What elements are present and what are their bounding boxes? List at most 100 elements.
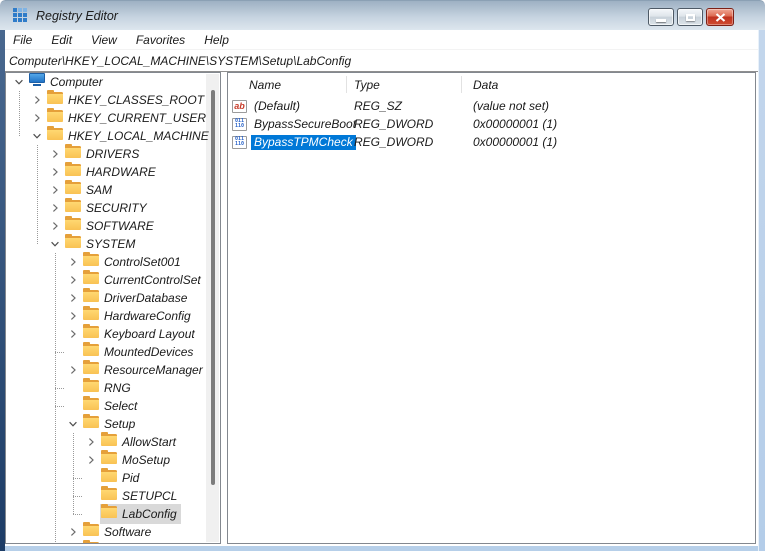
chevron-right-icon[interactable] <box>64 541 82 543</box>
tree-item-system[interactable]: SYSTEM <box>6 234 220 253</box>
tree-item-setupcl[interactable]: SETUPCL <box>6 486 220 505</box>
chevron-right-icon[interactable] <box>46 181 64 199</box>
value-row-bypasssecureboot[interactable]: 011 110 BypassSecureBoot REG_DWORD 0x0000000… <box>228 115 755 133</box>
tree-item-label: DriverDatabase <box>104 291 188 305</box>
dword-icon-digits: 110 <box>234 123 245 129</box>
chevron-right-icon[interactable] <box>64 325 82 343</box>
folder-icon <box>83 252 99 271</box>
tree-connector <box>82 487 100 505</box>
folder-icon <box>83 396 99 415</box>
column-header-data[interactable]: Data <box>473 73 498 97</box>
chevron-right-icon[interactable] <box>64 361 82 379</box>
tree-item-label: HKEY_CLASSES_ROOT <box>68 93 205 107</box>
minimize-button[interactable] <box>648 8 674 26</box>
chevron-right-icon[interactable] <box>46 199 64 217</box>
chevron-right-icon[interactable] <box>28 91 46 109</box>
tree-item-label: HardwareConfig <box>104 309 191 323</box>
tree-item-mosetup[interactable]: MoSetup <box>6 450 220 469</box>
folder-icon <box>101 504 117 523</box>
tree-item-software[interactable]: SOFTWARE <box>6 216 220 235</box>
tree-item-setup[interactable]: Setup <box>6 414 220 433</box>
tree-item-drivers[interactable]: DRIVERS <box>6 144 220 163</box>
folder-icon <box>65 234 81 253</box>
tree-item-wpa[interactable]: WPA <box>6 540 220 544</box>
tree-pane[interactable]: Computer HKEY_CLASSES_ROOT HKEY_CURRENT_US… <box>5 72 221 544</box>
window-title: Registry Editor <box>36 9 118 23</box>
tree-item-resourcemanager[interactable]: ResourceManager <box>6 360 220 379</box>
folder-icon <box>47 126 63 145</box>
tree-item-label: SAM <box>86 183 113 197</box>
column-separator[interactable] <box>346 76 347 93</box>
tree-item-sam[interactable]: SAM <box>6 180 220 199</box>
tree-item-rng[interactable]: RNG <box>6 378 220 397</box>
tree-item-software[interactable]: Software <box>6 522 220 541</box>
menu-favorites[interactable]: Favorites <box>134 33 187 47</box>
value-row-default[interactable]: ab (Default) REG_SZ (value not set) <box>228 97 755 115</box>
chevron-right-icon[interactable] <box>64 271 82 289</box>
maximize-button[interactable] <box>677 8 703 26</box>
menu-file[interactable]: File <box>11 33 34 47</box>
chevron-right-icon[interactable] <box>82 433 100 451</box>
chevron-down-icon[interactable] <box>10 73 28 91</box>
tree-item-hkey-local-machine[interactable]: HKEY_LOCAL_MACHINE <box>6 126 220 145</box>
value-data: 0x00000001 (1) <box>473 135 558 149</box>
folder-icon <box>83 270 99 289</box>
tree-item-controlset001[interactable]: ControlSet001 <box>6 252 220 271</box>
value-row-bypasstpmcheck[interactable]: 011 110 BypassTPMCheck REG_DWORD 0x00000001 … <box>228 133 755 151</box>
client-area: File Edit View Favorites Help Computer\HKEY_… <box>5 30 758 546</box>
column-separator[interactable] <box>461 76 462 93</box>
address-bar[interactable]: Computer\HKEY_LOCAL_MACHINE\SYSTEM\Setup… <box>5 50 758 72</box>
value-name-cell[interactable]: ab (Default) <box>232 97 303 115</box>
value-name-cell[interactable]: 011 110 BypassTPMCheck <box>232 133 356 151</box>
folder-icon <box>65 198 81 217</box>
chevron-down-icon[interactable] <box>64 415 82 433</box>
column-header-type[interactable]: Type <box>354 73 380 97</box>
chevron-down-icon[interactable] <box>28 127 46 145</box>
tree-item-allowstart[interactable]: AllowStart <box>6 432 220 451</box>
chevron-right-icon[interactable] <box>64 253 82 271</box>
tree-item-hardwareconfig[interactable]: HardwareConfig <box>6 306 220 325</box>
tree-item-labconfig[interactable]: LabConfig <box>6 504 220 524</box>
value-name-cell[interactable]: 011 110 BypassSecureBoot <box>232 115 359 133</box>
chevron-right-icon[interactable] <box>46 163 64 181</box>
tree-item-select[interactable]: Select <box>6 396 220 415</box>
tree-item-label: WPA <box>104 543 130 544</box>
tree-item-driverdatabase[interactable]: DriverDatabase <box>6 288 220 307</box>
menu-edit[interactable]: Edit <box>49 33 74 47</box>
chevron-down-icon[interactable] <box>46 235 64 253</box>
tree-item-label: Pid <box>122 471 140 485</box>
tree-item-computer[interactable]: Computer <box>6 73 220 91</box>
value-name: BypassSecureBoot <box>254 116 357 131</box>
tree-item-hardware[interactable]: HARDWARE <box>6 162 220 181</box>
chevron-right-icon[interactable] <box>28 109 46 127</box>
menu-help[interactable]: Help <box>202 33 231 47</box>
chevron-right-icon[interactable] <box>46 145 64 163</box>
menu-view[interactable]: View <box>89 33 119 47</box>
chevron-right-icon[interactable] <box>64 289 82 307</box>
folder-icon <box>83 324 99 343</box>
values-pane[interactable]: Name Type Data ab (Default) REG_SZ (value not… <box>227 72 756 544</box>
chevron-right-icon[interactable] <box>64 523 82 541</box>
tree-item-hkey-classes-root[interactable]: HKEY_CLASSES_ROOT <box>6 90 220 109</box>
chevron-right-icon[interactable] <box>64 307 82 325</box>
tree-item-label: ControlSet001 <box>104 255 181 269</box>
dword-icon-digits: 110 <box>234 141 245 147</box>
column-header-name[interactable]: Name <box>249 73 281 97</box>
folder-icon <box>47 108 63 127</box>
close-button[interactable] <box>706 8 734 26</box>
tree-item-hkey-current-user[interactable]: HKEY_CURRENT_USER <box>6 108 220 127</box>
tree-item-mounteddevices[interactable]: MountedDevices <box>6 342 220 361</box>
tree-connector <box>82 505 100 523</box>
tree-item-label: HARDWARE <box>86 165 156 179</box>
tree-connector <box>64 379 82 397</box>
chevron-right-icon[interactable] <box>46 217 64 235</box>
tree-item-label: SECURITY <box>86 201 147 215</box>
tree-item-security[interactable]: SECURITY <box>6 198 220 217</box>
tree-item-keyboard-layout[interactable]: Keyboard Layout <box>6 324 220 343</box>
title-bar[interactable]: Registry Editor <box>0 0 765 30</box>
value-type: REG_DWORD <box>354 135 434 149</box>
tree-item-pid[interactable]: Pid <box>6 468 220 487</box>
reg-dword-icon: 011 110 <box>232 117 247 131</box>
tree-item-currentcontrolset[interactable]: CurrentControlSet <box>6 270 220 289</box>
chevron-right-icon[interactable] <box>82 451 100 469</box>
